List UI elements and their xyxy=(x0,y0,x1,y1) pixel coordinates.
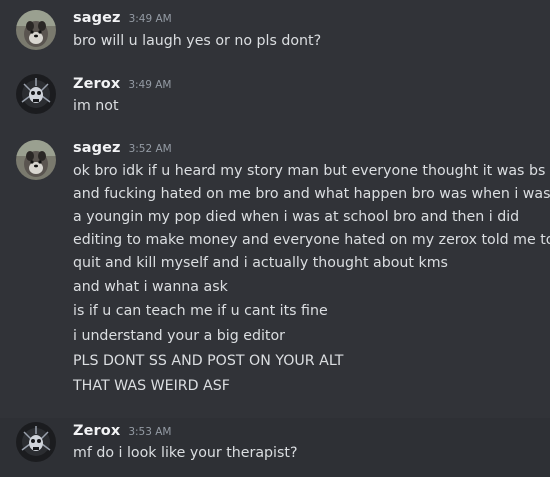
user-avatar-dog[interactable] xyxy=(16,10,56,50)
timestamp: 3:53 AM xyxy=(128,426,172,438)
timestamp: 3:49 AM xyxy=(128,13,172,25)
timestamp: 3:49 AM xyxy=(128,79,172,91)
message-text: and fucking hated on me bro and what hap… xyxy=(73,186,550,202)
message-group[interactable]: Zerox 3:53 AM mf do i look like your the… xyxy=(0,418,550,477)
message-group[interactable]: sagez 3:49 AM bro will u laugh yes or no… xyxy=(0,0,550,62)
message-text: and what i wanna ask xyxy=(73,279,228,295)
message-text: ok bro idk if u heard my story man but e… xyxy=(73,163,546,179)
message-text: i understand your a big editor xyxy=(73,328,285,344)
message-text: quit and kill myself and i actually thou… xyxy=(73,255,448,271)
username[interactable]: Zerox xyxy=(73,423,120,439)
message-group[interactable]: sagez 3:52 AM ok bro idk if u heard my s… xyxy=(0,135,550,405)
message-text: is if u can teach me if u cant its fine xyxy=(73,303,328,319)
username[interactable]: Zerox xyxy=(73,76,120,92)
user-avatar-skull[interactable] xyxy=(16,422,56,462)
dark-skull-avatar-icon xyxy=(16,74,56,114)
message-text: editing to make money and everyone hated… xyxy=(73,232,550,248)
chat-messages: sagez 3:49 AM bro will u laugh yes or no… xyxy=(0,0,550,477)
message-text: a youngin my pop died when i was at scho… xyxy=(73,209,520,225)
user-avatar-skull[interactable] xyxy=(16,74,56,114)
message-text: PLS DONT SS AND POST ON YOUR ALT xyxy=(73,353,344,369)
username[interactable]: sagez xyxy=(73,140,121,156)
message-text: bro will u laugh yes or no pls dont? xyxy=(73,33,322,49)
message-text: mf do i look like your therapist? xyxy=(73,445,298,461)
message-text: im not xyxy=(73,98,119,114)
timestamp: 3:52 AM xyxy=(128,143,172,155)
dog-avatar-icon xyxy=(16,140,56,180)
message-text: THAT WAS WEIRD ASF xyxy=(73,378,230,394)
user-avatar-dog[interactable] xyxy=(16,140,56,180)
username[interactable]: sagez xyxy=(73,10,121,26)
dark-skull-avatar-icon xyxy=(16,422,56,462)
dog-avatar-icon xyxy=(16,10,56,50)
message-group[interactable]: Zerox 3:49 AM im not xyxy=(0,72,550,124)
